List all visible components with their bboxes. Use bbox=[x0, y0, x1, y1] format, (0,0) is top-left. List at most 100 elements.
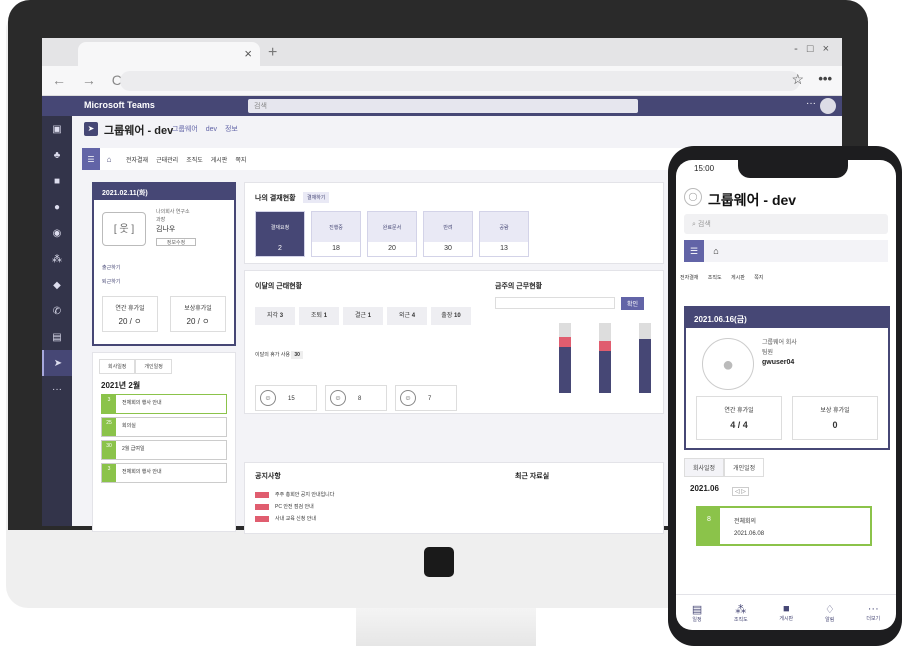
phone-icon[interactable]: ✆ bbox=[42, 298, 72, 324]
attendance-cell: 조퇴 1 bbox=[299, 307, 339, 325]
url-input[interactable] bbox=[120, 71, 800, 91]
phone-link-message[interactable]: 쪽지 bbox=[754, 275, 763, 281]
phone-search-input[interactable]: ⌕ 검색 bbox=[684, 214, 888, 234]
approval-box[interactable]: 공람 13 bbox=[479, 211, 529, 257]
smile-icon: ☺ bbox=[260, 390, 276, 406]
notice-card: 공지사항 최근 자료실 주주 총회안 공지 안내입니다 PC 안전 점검 안내 … bbox=[244, 462, 664, 534]
teams-more-button[interactable]: ··· bbox=[806, 98, 816, 109]
weekly-confirm-button[interactable]: 확인 bbox=[621, 297, 645, 310]
table-row[interactable]: 주주 총회안 공지 안내입니다 bbox=[255, 491, 334, 498]
clock-in-button[interactable]: 출근하기 bbox=[102, 264, 120, 271]
list-item[interactable]: 25 회의실 bbox=[101, 417, 227, 437]
teams-icon[interactable]: ♣ bbox=[42, 142, 72, 168]
browser-menu-button[interactable]: ••• bbox=[818, 71, 832, 86]
profile-avatar-icon: [ 웃 ] bbox=[102, 212, 146, 246]
smile-icon: ☺ bbox=[330, 390, 346, 406]
phone-bottom-nav: ▤ 일정 ⁂ 조직도 ■ 게시판 ♢ 알림 ··· 더보기 bbox=[676, 594, 896, 630]
window-controls[interactable]: - □ × bbox=[794, 43, 832, 55]
list-item[interactable]: 30 2월 급여일 bbox=[101, 440, 227, 460]
teams-header: Microsoft Teams 검색 ··· bbox=[42, 96, 842, 116]
phone-tab-personal[interactable]: 개인일정 bbox=[724, 458, 765, 477]
annual-leave-value: 20 / ㅇ bbox=[118, 317, 142, 326]
approval-box[interactable]: 결재요청 2 bbox=[255, 211, 305, 257]
approval-box[interactable]: 진행중 18 bbox=[311, 211, 361, 257]
week-range-selector[interactable] bbox=[495, 297, 615, 309]
browser-tab[interactable]: × bbox=[78, 42, 260, 66]
nav-buttons[interactable]: ← → C bbox=[52, 72, 128, 88]
stage: × + - □ × ← → C ☆ ••• Microsoft Teams 검색… bbox=[0, 0, 903, 646]
nav-more[interactable]: ··· 더보기 bbox=[866, 603, 880, 622]
nav-alert[interactable]: ♢ 알림 bbox=[825, 603, 835, 623]
approve-button[interactable]: 결재하기 bbox=[303, 192, 330, 203]
attendance-cell: 출장 10 bbox=[431, 307, 471, 325]
files-icon[interactable]: ▤ bbox=[42, 324, 72, 350]
phone-event[interactable]: 8 전체회의 2021.06.08 bbox=[696, 506, 872, 546]
chat-icon[interactable]: ■ bbox=[42, 168, 72, 194]
attendance-cell: 결근 1 bbox=[343, 307, 383, 325]
comp-leave-label: 보상휴가일 bbox=[184, 306, 212, 312]
phone-event-text: 전체회의 2021.06.08 bbox=[734, 519, 765, 537]
calls-icon[interactable]: ◉ bbox=[42, 220, 72, 246]
approval-box[interactable]: 반려 30 bbox=[423, 211, 473, 257]
phone-link-org[interactable]: 조직도 bbox=[708, 275, 722, 281]
phone-month-nav[interactable]: ◁ ▷ bbox=[732, 487, 749, 496]
weekly-bar bbox=[559, 323, 571, 393]
phone-comp-leave: 보상 휴가일 0 bbox=[792, 396, 878, 440]
phone-hamburger-icon[interactable]: ☰ bbox=[684, 240, 704, 262]
teams-search-input[interactable]: 검색 bbox=[248, 99, 638, 113]
phone-profile-date: 2021.06.16(금) bbox=[686, 308, 888, 328]
tab-personal-schedule[interactable]: 개인일정 bbox=[135, 359, 172, 374]
profile-date: 2021.02.11(화) bbox=[94, 184, 234, 200]
phone-month: 2021.06 bbox=[690, 484, 719, 493]
tab-close-icon[interactable]: × bbox=[244, 46, 252, 61]
phone-quick-links: 전자결재 조직도 게시판 쪽지 bbox=[680, 274, 771, 281]
phone-screen: 15:00 ◯ 그룹웨어 - dev ⌕ 검색 ☰ ⌂ 전자결재 조직도 게시판… bbox=[676, 160, 896, 630]
calendar-icon[interactable]: ● bbox=[42, 194, 72, 220]
nav-org[interactable]: ⁂ 조직도 bbox=[734, 603, 748, 623]
attendance-title: 이달의 근태현황 bbox=[255, 283, 303, 290]
phone-calendar-tabs: 회사일정 개인일정 bbox=[684, 458, 765, 477]
comp-leave-value: 20 / ㅇ bbox=[186, 317, 210, 326]
phone-menu-bar: ☰ ⌂ bbox=[684, 240, 888, 262]
phone-tab-company[interactable]: 회사일정 bbox=[684, 458, 725, 477]
annual-leave-stat: 연간 휴가일 20 / ㅇ bbox=[102, 296, 158, 332]
rail-more-icon[interactable]: ··· bbox=[42, 376, 72, 402]
groupware-app-icon[interactable]: ➤ bbox=[42, 350, 72, 376]
profile-name: 김나우 bbox=[156, 226, 176, 233]
people-icon[interactable]: ⁂ bbox=[42, 246, 72, 272]
approval-box[interactable]: 완료문서 20 bbox=[367, 211, 417, 257]
list-item[interactable]: 3 전체회의 행사 안내 bbox=[101, 463, 227, 483]
approvals-title: 나의 결재현황 bbox=[255, 195, 296, 202]
list-item[interactable]: 3 전체회의 행사 안내 bbox=[101, 394, 227, 414]
calendar-month: 2021년 2월 bbox=[101, 381, 141, 390]
apps-icon[interactable]: ◆ bbox=[42, 272, 72, 298]
nav-board[interactable]: ■ 게시판 bbox=[779, 603, 793, 622]
phone-avatar-icon: ● bbox=[702, 338, 754, 390]
tab-company-schedule[interactable]: 회사일정 bbox=[99, 359, 136, 374]
comp-leave-stat: 보상휴가일 20 / ㅇ bbox=[170, 296, 226, 332]
attendance-cell: 지각 3 bbox=[255, 307, 295, 325]
user-avatar[interactable] bbox=[820, 98, 836, 114]
activity-icon[interactable]: ▣ bbox=[42, 116, 72, 142]
phone-annual-leave: 연간 휴가일 4 / 4 bbox=[696, 396, 782, 440]
phone-home-icon[interactable]: ⌂ bbox=[706, 240, 726, 262]
table-row[interactable]: PC 안전 점검 안내 bbox=[255, 503, 314, 510]
clock-out-button[interactable]: 퇴근하기 bbox=[102, 278, 120, 285]
table-row[interactable]: 사내 교육 신청 안내 bbox=[255, 515, 316, 522]
nav-schedule[interactable]: ▤ 일정 bbox=[692, 603, 702, 623]
phone-link-approval[interactable]: 전자결재 bbox=[680, 275, 698, 281]
phone-link-board[interactable]: 게시판 bbox=[731, 275, 745, 281]
new-tab-button[interactable]: + bbox=[268, 44, 277, 62]
edit-profile-button[interactable]: 정보수정 bbox=[156, 238, 196, 246]
recent-files-title: 최근 자료실 bbox=[515, 473, 550, 480]
annual-leave-label: 연간 휴가일 bbox=[115, 306, 145, 312]
phone-app-title: 그룹웨어 - dev bbox=[708, 192, 797, 208]
bookmark-star-icon[interactable]: ☆ bbox=[791, 71, 804, 88]
monitor-logo bbox=[424, 547, 454, 577]
weekly-title: 금주의 근무현황 bbox=[495, 283, 543, 290]
profile-card: 2021.02.11(화) [ 웃 ] 나의회사 연구소 과장 김나우 정보수정… bbox=[92, 182, 236, 346]
org-icon: ⁂ bbox=[735, 603, 747, 616]
weekly-bar bbox=[599, 323, 611, 393]
board-icon: ■ bbox=[782, 603, 790, 615]
app-profile-icon: ◯ bbox=[684, 188, 702, 206]
